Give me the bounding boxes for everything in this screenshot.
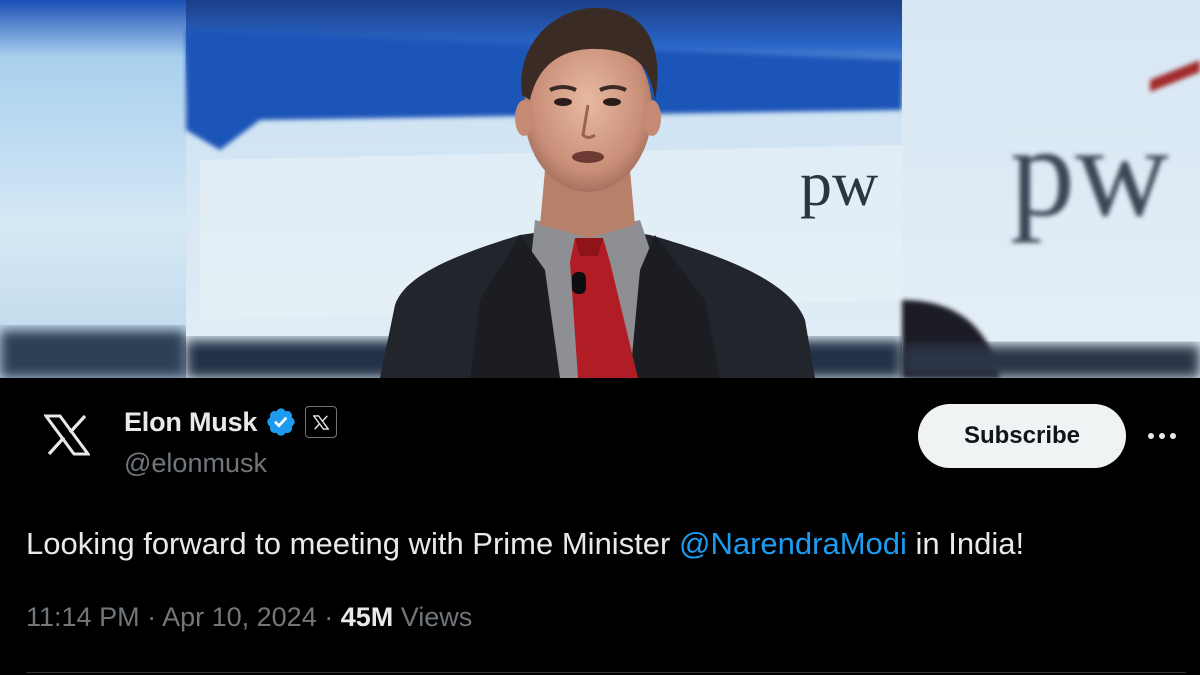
verified-badge-icon[interactable] bbox=[265, 406, 297, 438]
tweet-metadata: 11:14 PM · Apr 10, 2024 · 45M Views bbox=[26, 602, 472, 633]
meta-separator: · bbox=[139, 602, 163, 632]
author-handle[interactable]: @elonmusk bbox=[124, 448, 267, 479]
sign-text-blurred: pw bbox=[1010, 100, 1169, 244]
more-options-icon[interactable] bbox=[1140, 418, 1184, 454]
tweet-date[interactable]: Apr 10, 2024 bbox=[162, 602, 317, 632]
tweet-time[interactable]: 11:14 PM bbox=[26, 602, 140, 632]
speaker-photo: pw pw bbox=[0, 0, 1200, 378]
tweet-photo[interactable]: pw pw bbox=[0, 0, 1200, 378]
sign-text: pw bbox=[800, 148, 878, 219]
meta-separator: · bbox=[316, 602, 341, 632]
mention-link[interactable]: @NarendraModi bbox=[679, 526, 907, 561]
x-logo-icon[interactable] bbox=[30, 398, 104, 472]
tweet-card: Elon Musk @elonmusk Subscribe Looking fo… bbox=[0, 378, 1200, 675]
x-affiliation-icon[interactable] bbox=[305, 406, 338, 438]
views-count: 45M bbox=[340, 602, 394, 632]
author-name-row: Elon Musk bbox=[124, 406, 338, 438]
tweet-text-before: Looking forward to meeting with Prime Mi… bbox=[26, 526, 679, 561]
tweet-text: Looking forward to meeting with Prime Mi… bbox=[26, 524, 1186, 564]
tweet-text-after: in India! bbox=[906, 526, 1025, 561]
divider bbox=[26, 672, 1186, 673]
author-display-name[interactable]: Elon Musk bbox=[124, 407, 257, 438]
subscribe-button[interactable]: Subscribe bbox=[918, 404, 1126, 468]
views-label: Views bbox=[400, 602, 473, 632]
